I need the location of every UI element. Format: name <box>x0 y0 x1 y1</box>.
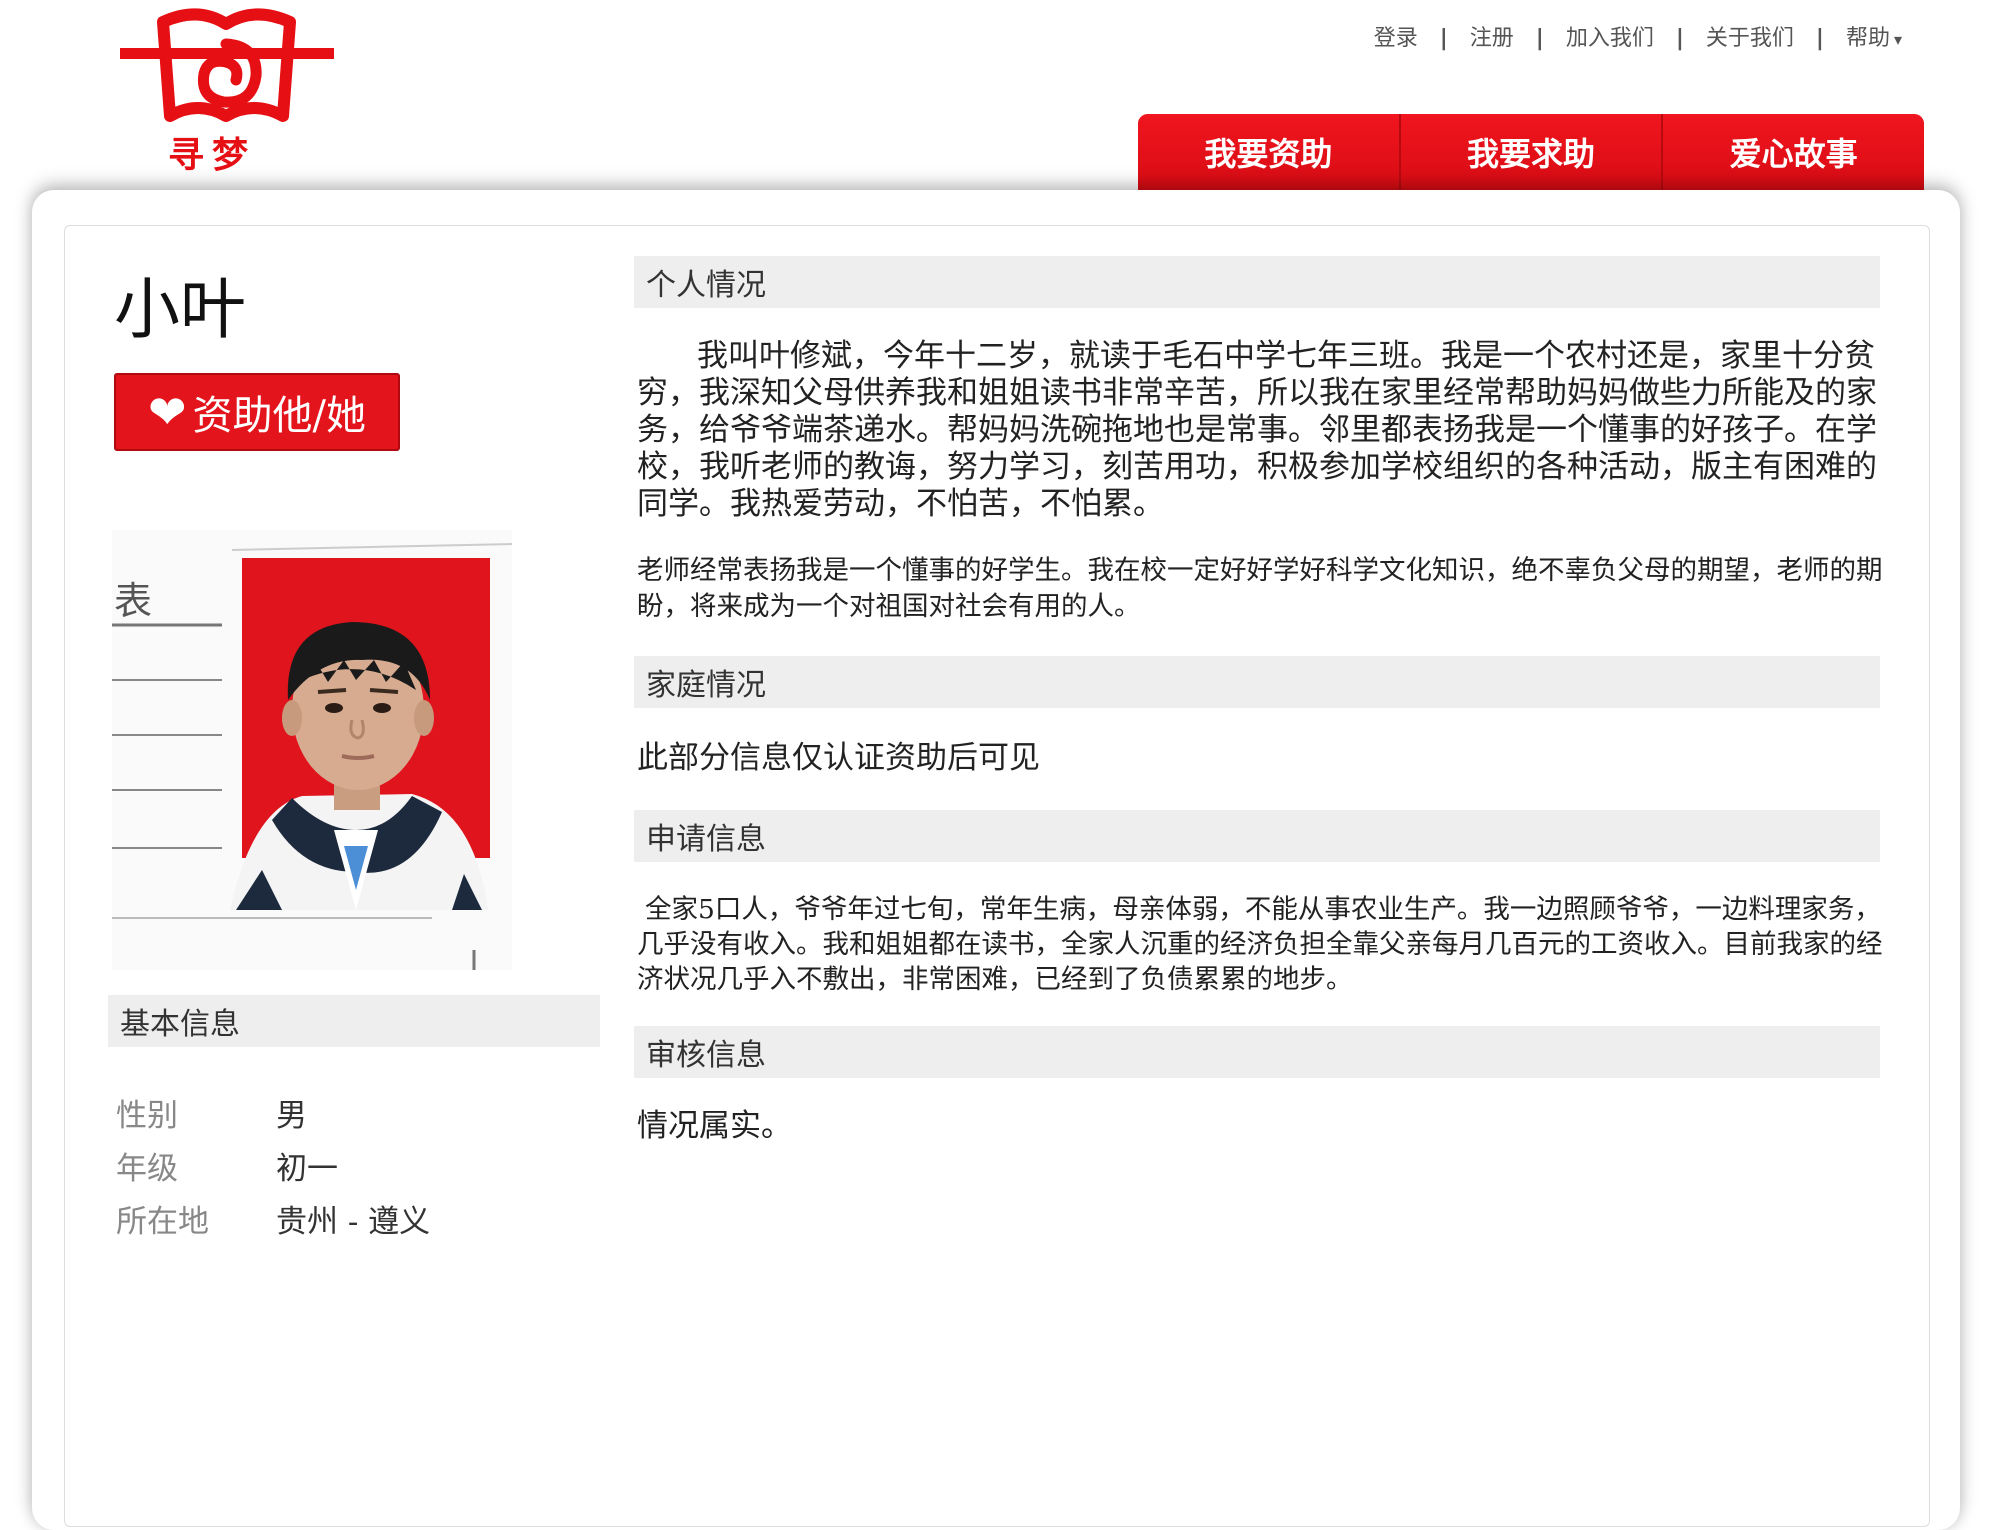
info-value: 初一 <box>276 1151 338 1187</box>
top-nav: 登录 | 注册 | 加入我们 | 关于我们 | 帮助 ▾ <box>1373 26 1902 51</box>
main-nav: 我要资助 我要求助 爱心故事 <box>1138 114 1924 190</box>
info-value: 贵州 - 遵义 <box>276 1204 431 1240</box>
info-label: 性别 <box>116 1098 178 1134</box>
tab-seek-help[interactable]: 我要求助 <box>1400 114 1664 190</box>
application-text: 全家5口人，爷爷年过七旬，常年生病，母亲体弱，不能从事农业生产。我一边照顾爷爷，… <box>637 894 1883 995</box>
chevron-down-icon: ▾ <box>1893 30 1902 49</box>
family-section-title: 家庭情况 <box>646 668 766 703</box>
photo-form-char: 表 <box>114 579 153 623</box>
personal-section-header: 个人情况 <box>634 256 1880 308</box>
family-section-header: 家庭情况 <box>634 656 1880 708</box>
student-photo: 表 <box>112 530 513 970</box>
info-row-gender: 性别 男 <box>116 1086 430 1139</box>
basic-info-title: 基本信息 <box>120 1007 240 1042</box>
personal-paragraph-2: 老师经常表扬我是一个懂事的好学生。我在校一定好好学好科学文化知识，绝不辜负父母的… <box>637 555 1883 622</box>
student-name: 小叶 <box>114 271 246 348</box>
personal-paragraph-1: 我叫叶修斌，今年十二岁，就读于毛石中学七年三班。我是一个农村还是，家里十分贫穷，… <box>637 338 1877 522</box>
logo-book-icon <box>120 8 334 122</box>
site-logo[interactable]: 寻梦网 <box>118 4 338 228</box>
application-section-title: 申请信息 <box>646 822 766 857</box>
basic-info-table: 性别 男 年级 初一 所在地 贵州 - 遵义 <box>116 1086 430 1245</box>
review-section-header: 审核信息 <box>634 1026 1880 1078</box>
info-value: 男 <box>276 1098 307 1134</box>
info-label: 年级 <box>116 1151 178 1187</box>
about-us-link[interactable]: 关于我们 <box>1706 26 1794 51</box>
donate-button-label: 资助他/她 <box>192 393 367 439</box>
login-link[interactable]: 登录 <box>1374 26 1418 51</box>
tab-love-stories[interactable]: 爱心故事 <box>1663 114 1924 190</box>
register-link[interactable]: 注册 <box>1470 26 1514 51</box>
donate-button[interactable]: ❤ 资助他/她 <box>114 373 400 451</box>
personal-section-title: 个人情况 <box>646 268 766 303</box>
family-text: 此部分信息仅认证资助后可见 <box>637 740 1040 776</box>
info-label: 所在地 <box>116 1204 209 1240</box>
tab-sponsor[interactable]: 我要资助 <box>1138 114 1401 190</box>
heart-icon: ❤ <box>147 385 187 439</box>
application-section-header: 申请信息 <box>634 810 1880 862</box>
join-us-link[interactable]: 加入我们 <box>1566 26 1654 51</box>
info-row-location: 所在地 贵州 - 遵义 <box>116 1192 430 1245</box>
review-text: 情况属实。 <box>637 1108 792 1144</box>
info-row-grade: 年级 初一 <box>116 1139 430 1192</box>
review-section-title: 审核信息 <box>646 1038 766 1073</box>
basic-info-header: 基本信息 <box>108 995 600 1047</box>
help-menu[interactable]: 帮助 ▾ <box>1846 26 1902 51</box>
help-label: 帮助 <box>1845 26 1890 51</box>
